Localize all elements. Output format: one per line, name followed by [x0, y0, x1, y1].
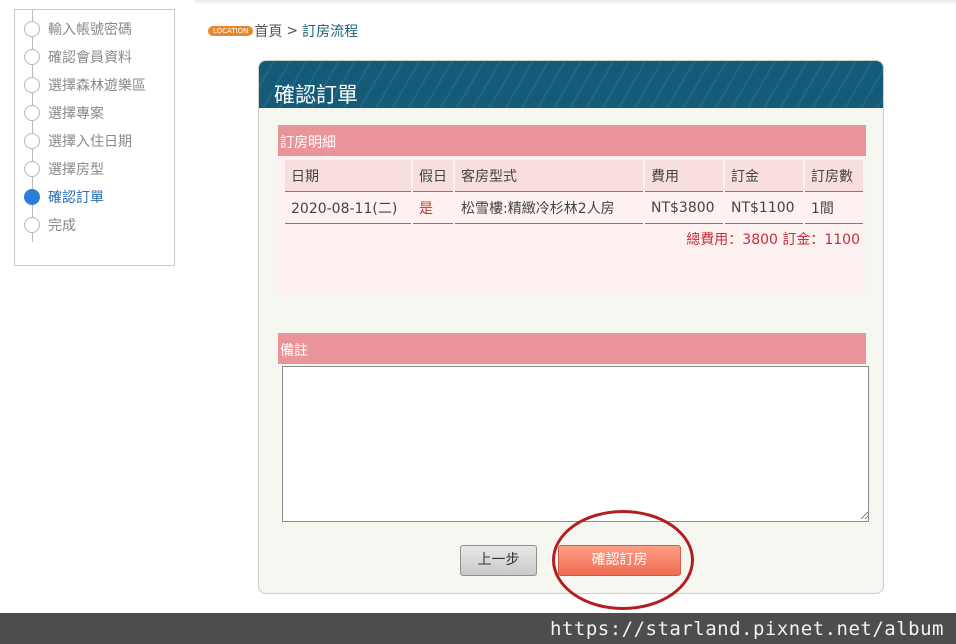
order-detail-header: 訂房明細: [278, 125, 866, 156]
step-dot-icon: [24, 49, 40, 65]
column-header-deposit: 訂金: [725, 160, 803, 192]
step-dot-icon: [24, 161, 40, 177]
step-label: 確認訂單: [48, 190, 104, 206]
step-dot-icon: [24, 77, 40, 93]
cell-rooms: 1間: [805, 192, 863, 224]
order-detail-title: 訂房明細: [280, 135, 336, 151]
cell-fee: NT$3800: [645, 192, 723, 224]
step-dot-icon: [24, 217, 40, 233]
cell-holiday: 是: [413, 192, 453, 224]
progress-steps: 輸入帳號密碼 確認會員資料 選擇森林遊樂區 選擇專案 選擇入住日期 選擇房型 確…: [14, 9, 175, 266]
remark-title: 備註: [280, 343, 308, 359]
table-header-row: 日期 假日 客房型式 費用 訂金 訂房數: [285, 160, 863, 192]
order-table: 日期 假日 客房型式 費用 訂金 訂房數 2020-08-11(二) 是 松雪樓…: [283, 160, 865, 224]
order-totals: 總費用：3800 訂金：1100: [686, 232, 860, 248]
step-select-plan: 選擇專案: [15, 100, 175, 128]
column-header-date: 日期: [285, 160, 411, 192]
step-label: 選擇入住日期: [48, 134, 132, 150]
step-label: 選擇森林遊樂區: [48, 78, 146, 94]
step-label: 輸入帳號密碼: [48, 22, 132, 38]
step-label: 選擇房型: [48, 162, 104, 178]
step-complete: 完成: [15, 212, 175, 240]
step-label: 確認會員資料: [48, 50, 132, 66]
column-header-holiday: 假日: [413, 160, 453, 192]
panel-title: 確認訂單: [274, 83, 358, 107]
column-header-room-type: 客房型式: [455, 160, 643, 192]
watermark-url: https://starland.pixnet.net/album: [550, 618, 944, 640]
step-select-area: 選擇森林遊樂區: [15, 72, 175, 100]
step-dot-icon: [24, 21, 40, 37]
step-label: 選擇專案: [48, 106, 104, 122]
step-member-info: 確認會員資料: [15, 44, 175, 72]
confirm-order-panel: 確認訂單 訂房明細 日期 假日 客房型式 費用 訂金 訂房數 2020-08-1…: [258, 60, 884, 594]
remark-textarea[interactable]: [282, 366, 869, 522]
breadcrumb: LOCATION 首頁 > 訂房流程: [208, 21, 358, 41]
cell-date: 2020-08-11(二): [285, 192, 411, 224]
watermark-bar: https://starland.pixnet.net/album: [0, 613, 956, 644]
step-dot-icon: [24, 105, 40, 121]
resize-grip-icon[interactable]: [861, 511, 869, 519]
previous-step-button[interactable]: 上一步: [460, 545, 537, 576]
step-select-room: 選擇房型: [15, 156, 175, 184]
step-select-date: 選擇入住日期: [15, 128, 175, 156]
order-detail-box: 日期 假日 客房型式 費用 訂金 訂房數 2020-08-11(二) 是 松雪樓…: [278, 156, 866, 296]
cell-room-type: 松雪樓:精緻冷杉林2人房: [455, 192, 643, 224]
step-dot-icon: [24, 133, 40, 149]
step-dot-active-icon: [24, 189, 40, 205]
top-shadow-strip: [195, 0, 956, 5]
breadcrumb-home-link[interactable]: 首頁: [254, 24, 282, 40]
panel-header: 確認訂單: [259, 61, 883, 108]
breadcrumb-separator: >: [286, 23, 299, 39]
table-row: 2020-08-11(二) 是 松雪樓:精緻冷杉林2人房 NT$3800 NT$…: [285, 192, 863, 224]
column-header-fee: 費用: [645, 160, 723, 192]
column-header-rooms: 訂房數: [805, 160, 863, 192]
location-badge: LOCATION: [208, 26, 254, 36]
step-login: 輸入帳號密碼: [15, 16, 175, 44]
remark-header: 備註: [278, 333, 866, 364]
cell-deposit: NT$1100: [725, 192, 803, 224]
annotation-circle: [552, 510, 694, 610]
step-confirm-order: 確認訂單: [15, 184, 175, 212]
breadcrumb-current: 訂房流程: [302, 24, 359, 40]
step-label: 完成: [48, 218, 76, 234]
